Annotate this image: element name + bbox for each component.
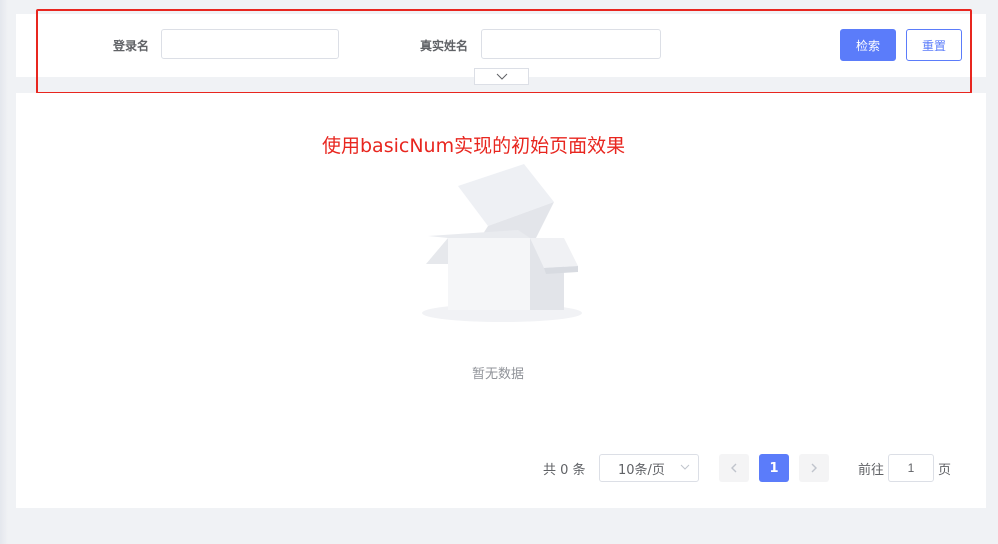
real-name-label: 真实姓名 <box>420 39 469 53</box>
page-suffix-label: 页 <box>938 463 952 478</box>
chevron-right-icon <box>811 463 817 473</box>
goto-page-input[interactable] <box>888 454 934 482</box>
chevron-left-icon <box>731 463 737 473</box>
real-name-input[interactable] <box>481 29 661 59</box>
login-name-label: 登录名 <box>113 39 150 53</box>
empty-box-icon <box>422 164 582 322</box>
goto-label: 前往 <box>858 463 885 478</box>
chevron-down-icon <box>496 73 507 80</box>
prev-page-button[interactable] <box>719 454 749 482</box>
next-page-button[interactable] <box>799 454 829 482</box>
sidebar-edge <box>0 0 8 544</box>
pagination-total: 共 0 条 <box>543 463 586 478</box>
search-button[interactable]: 检索 <box>840 29 896 61</box>
page-size-select[interactable]: 10条/页 <box>599 454 699 482</box>
reset-button[interactable]: 重置 <box>906 29 962 61</box>
annotation-caption: 使用basicNum实现的初始页面效果 <box>322 135 626 157</box>
chevron-down-icon <box>680 464 690 470</box>
expand-toggle[interactable] <box>474 68 529 85</box>
page-size-value: 10条/页 <box>618 462 665 478</box>
page-number-current[interactable]: 1 <box>759 454 789 482</box>
empty-state-text: 暂无数据 <box>472 367 525 382</box>
login-name-input[interactable] <box>161 29 339 59</box>
